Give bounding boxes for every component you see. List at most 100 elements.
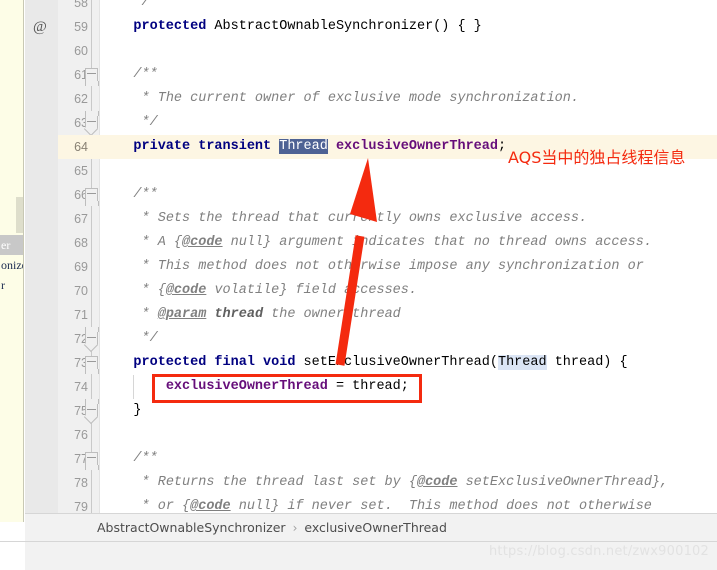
line-number[interactable]: 67 — [58, 207, 88, 231]
line-number[interactable]: 68 — [58, 231, 88, 255]
fold-end-icon[interactable] — [85, 399, 100, 417]
code-line[interactable]: 62 * The current owner of exclusive mode… — [25, 87, 717, 111]
line-number[interactable]: 74 — [58, 375, 88, 399]
code-token: null} if never set. This method does not… — [230, 499, 652, 513]
code-editor[interactable]: 58 */59 @ protected AbstractOwnableSynchr… — [25, 0, 717, 513]
code-token: * This method does not otherwise impose … — [141, 259, 644, 274]
code-text[interactable]: private transient Thread exclusiveOwnerT… — [101, 135, 506, 159]
line-number[interactable]: 61 — [58, 63, 88, 87]
line-number[interactable]: 75 — [58, 399, 88, 423]
fold-start-icon[interactable] — [85, 452, 100, 470]
line-number[interactable]: 63 — [58, 111, 88, 135]
code-text[interactable]: */ — [101, 327, 158, 351]
code-token: null} argument indicates that no thread … — [222, 235, 652, 250]
code-token: /** — [133, 67, 158, 82]
completion-popup[interactable]: eronizer — [0, 0, 24, 522]
popup-list-item[interactable]: er — [0, 235, 23, 255]
code-text[interactable]: /** — [101, 183, 157, 207]
code-line[interactable]: 67 * Sets the thread that currently owns… — [25, 207, 717, 231]
line-number[interactable]: 65 — [58, 159, 88, 183]
code-token: AbstractOwnableSynchronizer() { } — [206, 19, 482, 34]
line-number[interactable]: 70 — [58, 279, 88, 303]
code-text[interactable]: /** — [101, 447, 157, 471]
code-text[interactable]: } — [101, 399, 141, 423]
code-line[interactable]: 66 /** — [25, 183, 717, 207]
code-line[interactable]: 68 * A {@code null} argument indicates t… — [25, 231, 717, 255]
code-text[interactable]: * {@code volatile} field accesses. — [101, 279, 417, 303]
code-line[interactable]: 72 */ — [25, 327, 717, 351]
code-token: @param — [157, 307, 207, 322]
line-number[interactable]: 64 — [58, 135, 88, 159]
fold-start-icon[interactable] — [85, 188, 100, 206]
code-line[interactable]: 60 — [25, 39, 717, 63]
popup-list-item[interactable]: onize — [0, 255, 23, 275]
code-text[interactable]: * A {@code null} argument indicates that… — [101, 231, 652, 255]
code-line[interactable]: 70 * {@code volatile} field accesses. — [25, 279, 717, 303]
breadcrumb-item-class[interactable]: AbstractOwnableSynchronizer — [97, 520, 286, 535]
line-number[interactable]: 73 — [58, 351, 88, 375]
code-line[interactable]: 63 */ — [25, 111, 717, 135]
code-line[interactable]: 73 protected final void setExclusiveOwne… — [25, 351, 717, 375]
code-token: */ — [141, 115, 158, 130]
annotation-marker-icon[interactable]: @ — [33, 15, 47, 39]
popup-list-item[interactable]: r — [0, 275, 23, 295]
line-number[interactable]: 77 — [58, 447, 88, 471]
line-number[interactable]: 76 — [58, 423, 88, 447]
code-text[interactable]: protected AbstractOwnableSynchronizer() … — [101, 15, 482, 39]
code-line[interactable]: 61 /** — [25, 63, 717, 87]
line-number[interactable]: 72 — [58, 327, 88, 351]
popup-list[interactable]: eronizer — [0, 235, 23, 295]
code-text[interactable]: * This method does not otherwise impose … — [101, 255, 644, 279]
code-token: exclusiveOwnerThread — [335, 139, 498, 154]
watermark-text: https://blog.csdn.net/zwx900102 — [488, 544, 709, 559]
line-number[interactable]: 62 — [58, 87, 88, 111]
code-text[interactable]: /** — [101, 63, 158, 87]
line-number[interactable]: 79 — [58, 495, 88, 513]
line-number[interactable]: 59 — [58, 15, 88, 39]
code-token: private transient — [133, 139, 280, 154]
line-number[interactable]: 69 — [58, 255, 88, 279]
code-line[interactable]: 77 /** — [25, 447, 717, 471]
line-number[interactable]: 66 — [58, 183, 88, 207]
code-text[interactable]: * The current owner of exclusive mode sy… — [101, 87, 579, 111]
code-line[interactable]: 69 * This method does not otherwise impo… — [25, 255, 717, 279]
left-panel-footer-upper — [0, 522, 25, 541]
breadcrumb[interactable]: AbstractOwnableSynchronizer › exclusiveO… — [25, 513, 717, 541]
code-lines[interactable]: 58 */59 @ protected AbstractOwnableSynchr… — [25, 0, 717, 513]
fold-end-icon[interactable] — [85, 111, 100, 129]
code-line[interactable]: 78 * Returns the thread last set by {@co… — [25, 471, 717, 495]
line-number[interactable]: 58 — [58, 0, 88, 15]
breadcrumb-item-field[interactable]: exclusiveOwnerThread — [304, 520, 447, 535]
fold-start-icon[interactable] — [85, 356, 100, 374]
fold-end-icon[interactable] — [85, 327, 100, 345]
code-text[interactable]: * or {@code null} if never set. This met… — [101, 495, 652, 513]
code-text[interactable]: */ — [101, 0, 149, 15]
code-token: Thread — [497, 355, 547, 370]
code-line[interactable]: 79 * or {@code null} if never set. This … — [25, 495, 717, 513]
line-number[interactable]: 71 — [58, 303, 88, 327]
annotation-highlight-box — [152, 374, 422, 403]
code-text[interactable]: */ — [101, 111, 158, 135]
fold-start-icon[interactable] — [85, 68, 100, 86]
code-token: setExclusiveOwnerThread}, — [457, 475, 669, 490]
code-line[interactable]: 76 — [25, 423, 717, 447]
code-line[interactable]: 58 */ — [25, 0, 717, 15]
code-line[interactable]: 59 @ protected AbstractOwnableSynchronize… — [25, 15, 717, 39]
code-text[interactable]: protected final void setExclusiveOwnerTh… — [101, 351, 628, 375]
line-number[interactable]: 60 — [58, 39, 88, 63]
code-text[interactable]: * Returns the thread last set by {@code … — [101, 471, 669, 495]
popup-scrollbar[interactable] — [16, 197, 23, 233]
code-line[interactable]: 71 * @param thread the owner thread — [25, 303, 717, 327]
line-number[interactable]: 78 — [58, 471, 88, 495]
code-text[interactable]: * Sets the thread that currently owns ex… — [101, 207, 588, 231]
code-text[interactable]: * @param thread the owner thread — [101, 303, 401, 327]
